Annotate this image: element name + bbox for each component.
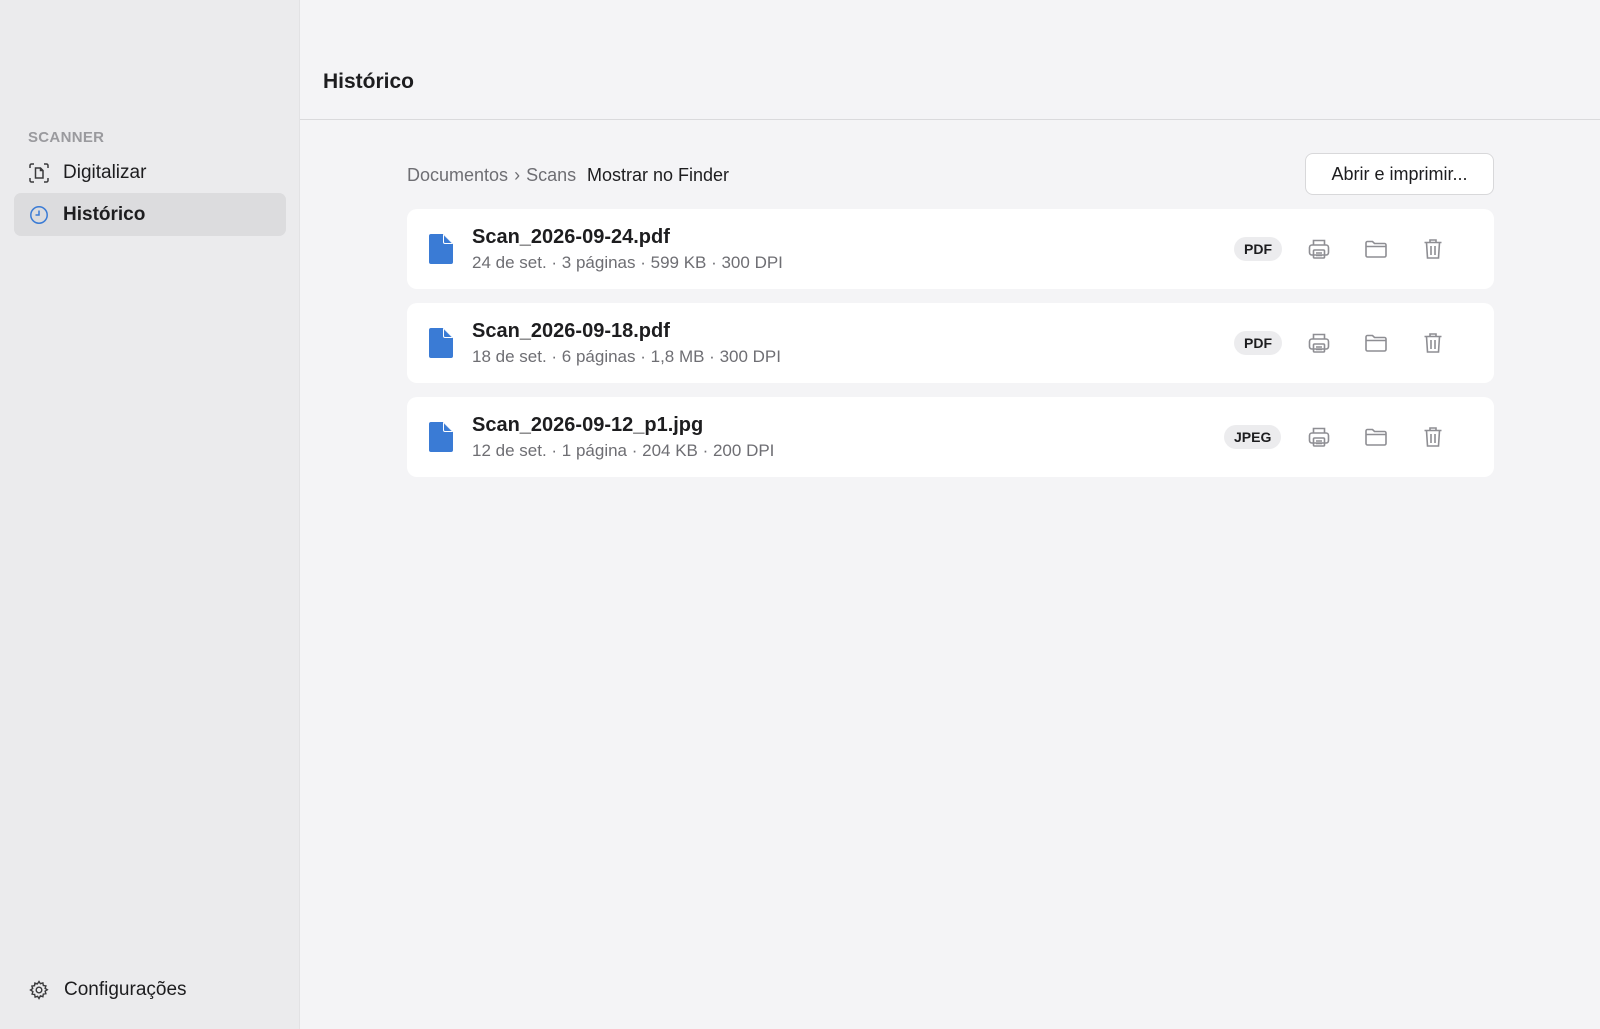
print-icon[interactable] — [1306, 236, 1332, 262]
sidebar-item-historico[interactable]: Histórico — [14, 193, 286, 236]
file-name: Scan_2026-09-12_p1.jpg — [472, 414, 704, 436]
file-name: Scan_2026-09-24.pdf — [472, 226, 670, 248]
trash-icon[interactable] — [1420, 424, 1446, 450]
sidebar-item-digitalizar[interactable]: Digitalizar — [14, 151, 286, 194]
print-icon[interactable] — [1306, 330, 1332, 356]
document-icon — [429, 234, 453, 264]
show-in-finder-link[interactable]: Mostrar no Finder — [587, 165, 729, 186]
file-row[interactable]: Scan_2026-09-12_p1.jpg 12 de set. · 1 pá… — [407, 397, 1494, 477]
page-title: Histórico — [323, 70, 415, 93]
gear-icon — [28, 979, 50, 1001]
print-icon[interactable] — [1306, 424, 1332, 450]
sidebar-item-label: Histórico — [63, 203, 146, 225]
file-meta: 24 de set. · 3 páginas · 599 KB · 300 DP… — [472, 253, 783, 272]
file-meta: 18 de set. · 6 páginas · 1,8 MB · 300 DP… — [472, 347, 781, 366]
toolbar: Documentos › Scans Mostrar no Finder Abr… — [407, 153, 1494, 195]
sidebar-section-label: SCANNER — [28, 129, 105, 146]
settings-button[interactable]: Configurações — [14, 970, 286, 1010]
clock-icon — [28, 204, 50, 226]
document-icon — [429, 328, 453, 358]
trash-icon[interactable] — [1420, 236, 1446, 262]
main-content: Histórico Documentos › Scans Mostrar no … — [300, 0, 1600, 1029]
breadcrumb-item-documentos[interactable]: Documentos — [407, 165, 508, 186]
file-name: Scan_2026-09-18.pdf — [472, 320, 670, 342]
sidebar: SCANNER Digitalizar Histórico Configuraç… — [0, 0, 300, 1029]
file-row[interactable]: Scan_2026-09-24.pdf 24 de set. · 3 págin… — [407, 209, 1494, 289]
format-badge: PDF — [1234, 237, 1282, 261]
file-row[interactable]: Scan_2026-09-18.pdf 18 de set. · 6 págin… — [407, 303, 1494, 383]
file-meta: 12 de set. · 1 página · 204 KB · 200 DPI — [472, 441, 775, 460]
trash-icon[interactable] — [1420, 330, 1446, 356]
breadcrumb-item-scans[interactable]: Scans — [526, 165, 576, 186]
breadcrumb-separator: › — [514, 165, 521, 185]
format-badge: PDF — [1234, 331, 1282, 355]
document-icon — [429, 422, 453, 452]
header: Histórico — [300, 0, 1600, 120]
open-and-print-button[interactable]: Abrir e imprimir... — [1305, 153, 1494, 195]
folder-icon[interactable] — [1363, 236, 1389, 262]
format-badge: JPEG — [1224, 425, 1282, 449]
breadcrumb: Documentos › Scans — [407, 165, 576, 186]
scan-document-icon — [28, 162, 50, 184]
folder-icon[interactable] — [1363, 424, 1389, 450]
folder-icon[interactable] — [1363, 330, 1389, 356]
sidebar-item-label: Digitalizar — [63, 161, 147, 183]
settings-label: Configurações — [64, 979, 187, 1000]
